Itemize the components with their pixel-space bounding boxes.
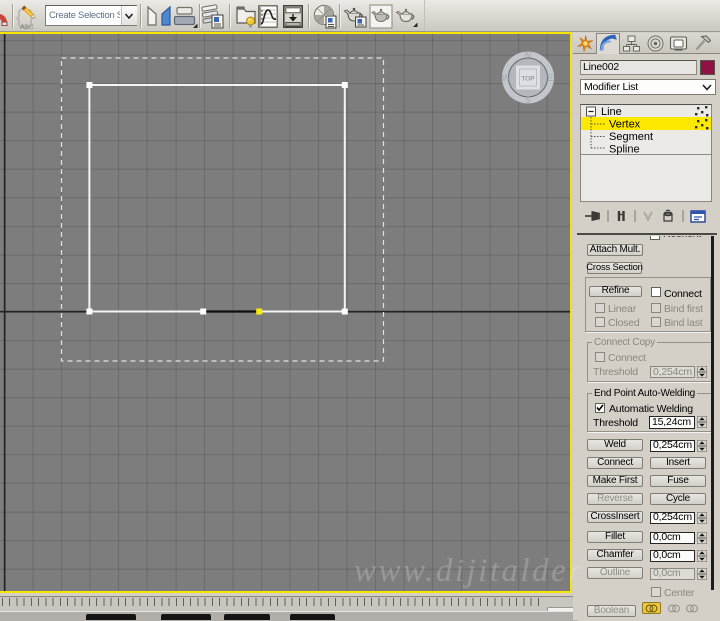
svg-text:Segment: Segment (609, 131, 653, 143)
svg-text:Vertex: Vertex (609, 119, 641, 131)
svg-text:Line: Line (601, 106, 622, 118)
svg-text:Spline: Spline (609, 144, 640, 156)
